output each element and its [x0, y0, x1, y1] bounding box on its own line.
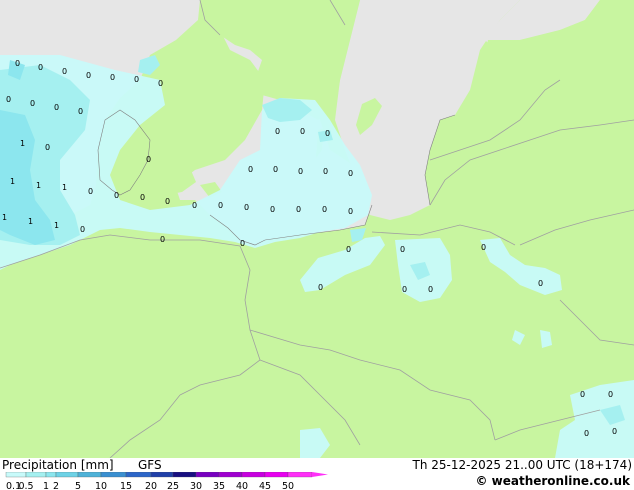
svg-text:0: 0 — [323, 167, 328, 176]
svg-text:0: 0 — [584, 429, 589, 438]
scale-tick-label: 50 — [282, 481, 294, 490]
svg-text:1: 1 — [62, 183, 67, 192]
svg-text:1: 1 — [10, 177, 15, 186]
scale-swatch — [241, 472, 266, 478]
scale-tick-label: 35 — [213, 481, 225, 490]
svg-text:0: 0 — [348, 169, 353, 178]
svg-text:0: 0 — [273, 165, 278, 174]
scale-arrow — [312, 472, 328, 477]
scale-tick-label: 20 — [145, 481, 157, 490]
scale-swatch — [55, 472, 79, 478]
scale-swatch — [287, 472, 313, 478]
svg-text:0: 0 — [140, 193, 145, 202]
svg-text:0: 0 — [88, 187, 93, 196]
svg-text:0: 0 — [608, 390, 613, 399]
scale-swatch — [150, 472, 174, 478]
svg-text:0: 0 — [45, 143, 50, 152]
scale-swatch — [25, 472, 47, 478]
scale-tick-label: 40 — [236, 481, 248, 490]
svg-text:1: 1 — [2, 213, 7, 222]
svg-text:0: 0 — [325, 129, 330, 138]
svg-text:0: 0 — [400, 245, 405, 254]
svg-text:0: 0 — [402, 285, 407, 294]
svg-text:0: 0 — [110, 73, 115, 82]
svg-text:0: 0 — [114, 191, 119, 200]
model-name: GFS — [138, 458, 162, 472]
svg-text:0: 0 — [30, 99, 35, 108]
forecast-datetime: Th 25-12-2025 21..00 UTC (18+174) — [412, 458, 632, 472]
scale-tick-label: 2 — [53, 481, 59, 490]
svg-text:1: 1 — [28, 217, 33, 226]
svg-text:0: 0 — [160, 235, 165, 244]
scale-tick-label: 10 — [95, 481, 107, 490]
scale-tick-label: 45 — [259, 481, 271, 490]
scale-swatch — [45, 472, 57, 478]
scale-tick-label: 1 — [43, 481, 49, 490]
svg-text:0: 0 — [538, 279, 543, 288]
svg-text:0: 0 — [580, 390, 585, 399]
scale-swatch — [100, 472, 127, 478]
scale-swatch — [77, 472, 102, 478]
svg-text:0: 0 — [6, 95, 11, 104]
precipitation-map: 0 0 0 0 0 0 0 0 0 0 0 0 0 0 0 0 0 0 0 0 … — [0, 0, 634, 458]
scale-tick-label: 30 — [190, 481, 202, 490]
scale-tick-label: 15 — [120, 481, 132, 490]
legend-title: Precipitation [mm] — [2, 458, 114, 472]
svg-text:0: 0 — [298, 167, 303, 176]
svg-text:0: 0 — [218, 201, 223, 210]
svg-text:0: 0 — [146, 155, 151, 164]
scale-swatch — [172, 472, 197, 478]
svg-text:0: 0 — [240, 239, 245, 248]
svg-text:0: 0 — [165, 197, 170, 206]
svg-text:0: 0 — [612, 427, 617, 436]
svg-text:0: 0 — [318, 283, 323, 292]
svg-text:0: 0 — [54, 103, 59, 112]
svg-text:0: 0 — [86, 71, 91, 80]
svg-text:0: 0 — [62, 67, 67, 76]
svg-text:0: 0 — [481, 243, 486, 252]
svg-text:0: 0 — [275, 127, 280, 136]
svg-text:1: 1 — [20, 139, 25, 148]
scale-swatch — [5, 472, 27, 478]
svg-text:0: 0 — [270, 205, 275, 214]
scale-tick-label: 25 — [167, 481, 179, 490]
svg-text:0: 0 — [348, 207, 353, 216]
scale-swatch — [125, 472, 152, 478]
svg-text:0: 0 — [38, 63, 43, 72]
svg-text:0: 0 — [158, 79, 163, 88]
scale-tick-label: 0.5 — [18, 481, 33, 490]
svg-text:0: 0 — [15, 59, 20, 68]
scale-swatch — [218, 472, 243, 478]
svg-text:0: 0 — [322, 205, 327, 214]
scale-swatch — [264, 472, 289, 478]
svg-text:0: 0 — [80, 225, 85, 234]
color-scale: 0.10.5 1 2 5 10 15 20 25 30 35 40 45 50 — [5, 472, 328, 490]
svg-text:0: 0 — [134, 75, 139, 84]
svg-text:0: 0 — [296, 205, 301, 214]
svg-text:0: 0 — [300, 127, 305, 136]
svg-text:0: 0 — [428, 285, 433, 294]
scale-swatch — [195, 472, 220, 478]
svg-text:1: 1 — [54, 221, 59, 230]
legend-bar: Precipitation [mm] GFS Th 25-12-2025 21.… — [0, 458, 634, 490]
svg-text:0: 0 — [78, 107, 83, 116]
svg-text:0: 0 — [346, 245, 351, 254]
credit-link[interactable]: © weatheronline.co.uk — [475, 474, 630, 488]
svg-text:0: 0 — [192, 201, 197, 210]
scale-tick-label: 5 — [75, 481, 81, 490]
svg-text:0: 0 — [244, 203, 249, 212]
svg-text:1: 1 — [36, 181, 41, 190]
svg-text:0: 0 — [248, 165, 253, 174]
